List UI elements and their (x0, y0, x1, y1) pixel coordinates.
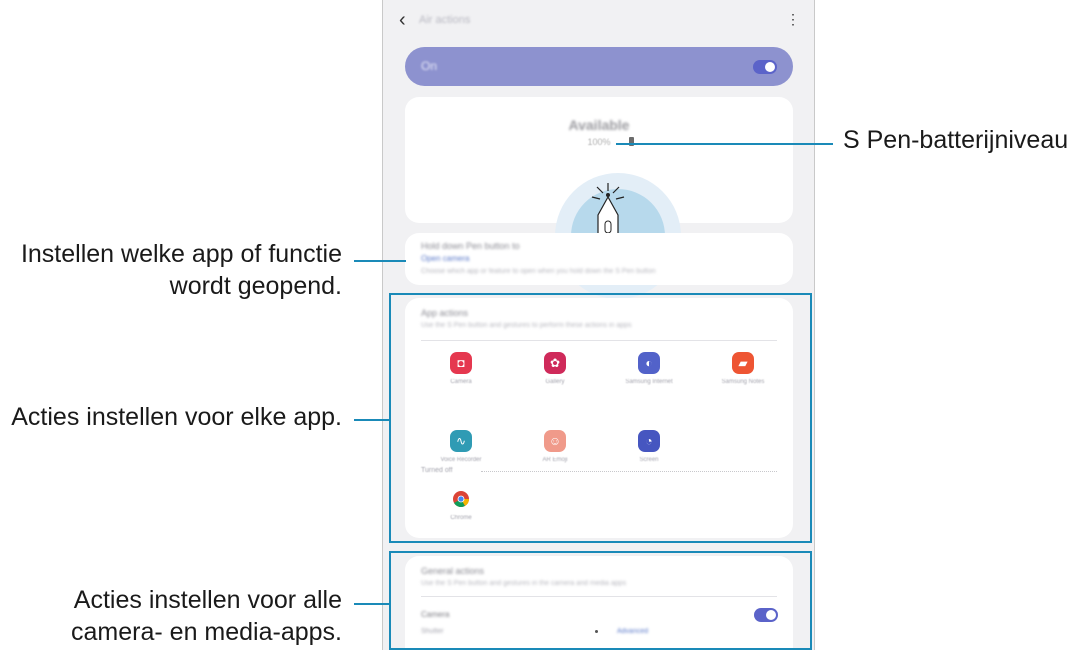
app-actions-annotation: Acties instellen voor elke app. (11, 403, 342, 431)
top-app-bar: ‹ Air actions ⋮ (383, 0, 814, 44)
connection-status: Available (568, 117, 630, 133)
open-app-annotation-line2: wordt geopend. (169, 272, 342, 300)
back-icon[interactable]: ‹ (399, 9, 406, 32)
general-actions-annotation: Acties instellen voor alle camera- en me… (0, 584, 342, 648)
battery-level-annotation: S Pen-batterijniveau (843, 126, 1069, 154)
hold-pen-current-value[interactable]: Open camera (421, 254, 469, 263)
hold-pen-title: Hold down Pen button to (421, 241, 520, 251)
open-app-annotation: Instellen welke app of functie wordt geo… (0, 238, 342, 302)
master-toggle[interactable] (753, 60, 777, 74)
app-actions-highlight (389, 293, 812, 543)
toggle-knob (765, 62, 775, 72)
general-actions-highlight (389, 551, 812, 650)
spen-status-card: Available 100% (405, 97, 793, 299)
open-app-annotation-line1: Instellen welke app of functie (20, 240, 342, 268)
general-actions-annotation-line1: Acties instellen voor alle (73, 586, 342, 614)
master-switch-label: On (421, 59, 438, 73)
hold-pen-button-card[interactable]: Hold down Pen button to Open camera Choo… (405, 233, 793, 285)
master-switch-bar[interactable]: On (405, 47, 793, 86)
general-actions-leader-line (354, 603, 390, 605)
more-options-icon[interactable]: ⋮ (786, 11, 800, 28)
battery-leader-line (616, 143, 833, 145)
battery-percentage: 100% (587, 137, 611, 147)
hold-pen-description: Choose which app or feature to open when… (421, 268, 656, 275)
page-title: Air actions (419, 14, 471, 26)
spen-icon (591, 183, 625, 237)
app-actions-leader-line (354, 419, 390, 421)
open-app-leader-line (354, 260, 406, 262)
general-actions-annotation-line2: camera- en media-apps. (71, 618, 342, 646)
